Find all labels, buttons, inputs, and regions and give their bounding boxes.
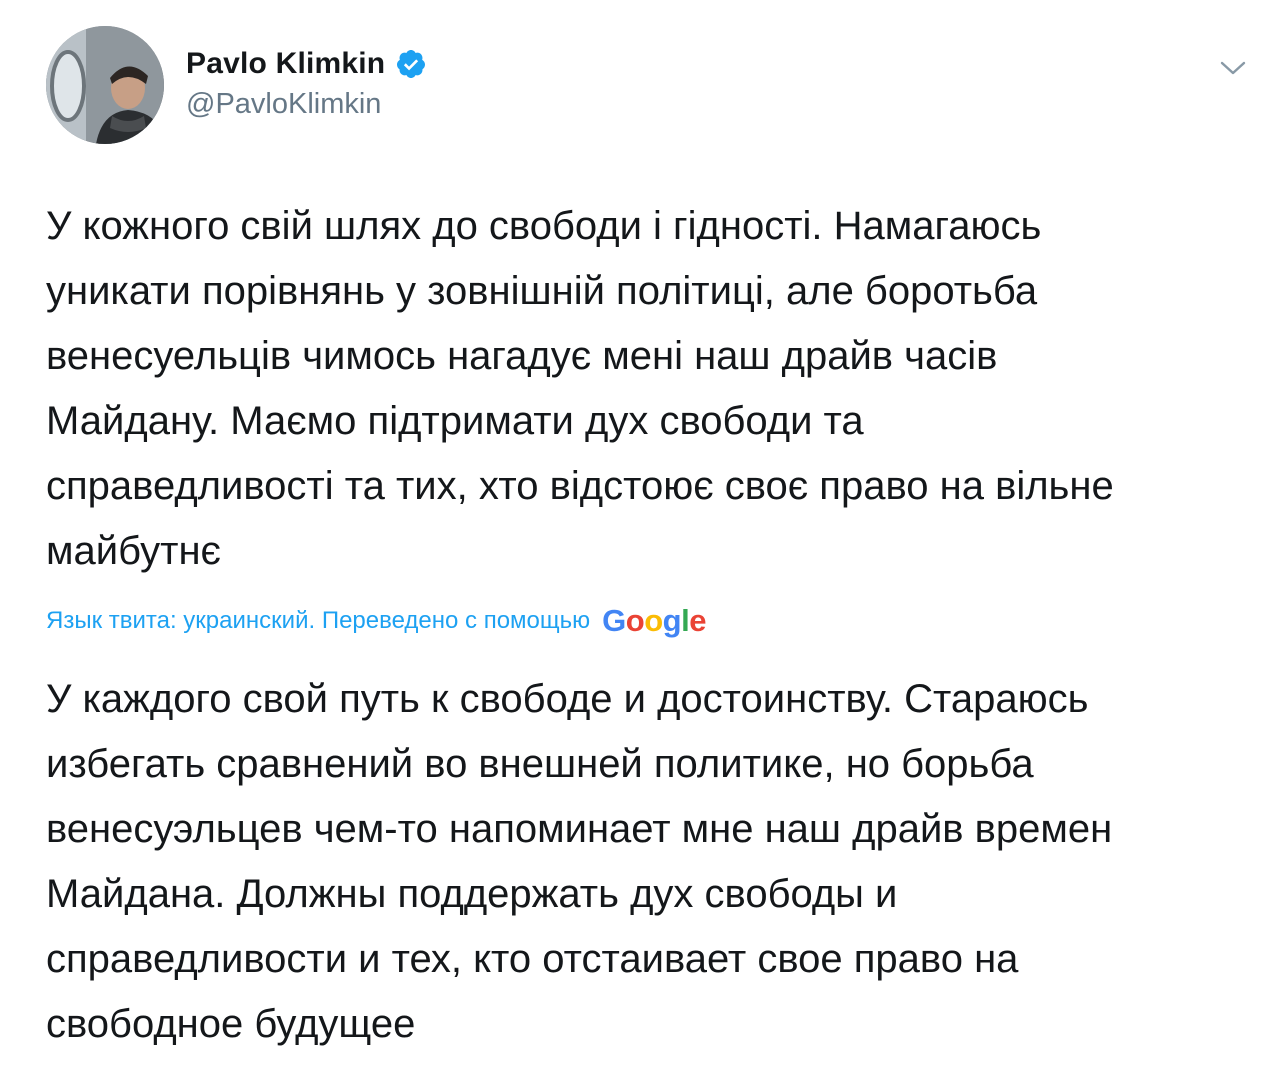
translation-attribution: Язык твита: украинский. Переведено с пом… bbox=[46, 598, 706, 644]
avatar-photo bbox=[46, 26, 164, 144]
google-logo-letter: l bbox=[681, 603, 690, 638]
google-logo-letter: o bbox=[644, 603, 663, 638]
google-logo: Google bbox=[602, 603, 706, 639]
google-logo-letter: e bbox=[689, 603, 706, 638]
user-info: Pavlo Klimkin @PavloKlimkin bbox=[186, 44, 427, 121]
verified-badge-icon bbox=[395, 48, 427, 80]
google-logo-letter: g bbox=[662, 603, 682, 638]
google-logo-letter: G bbox=[602, 603, 626, 638]
tweet-card: Pavlo Klimkin @PavloKlimkin У кожного св… bbox=[0, 0, 1280, 1071]
display-name[interactable]: Pavlo Klimkin bbox=[186, 47, 385, 81]
translation-note[interactable]: Язык твита: украинский. Переведено с пом… bbox=[46, 607, 590, 635]
avatar[interactable] bbox=[46, 26, 164, 144]
tweet-text: У кожного свій шлях до свободи і гідност… bbox=[46, 204, 1114, 573]
google-logo-letter: o bbox=[625, 603, 645, 638]
translated-text: У каждого свой путь к свободе и достоинс… bbox=[46, 677, 1113, 1046]
name-row: Pavlo Klimkin bbox=[186, 44, 427, 84]
user-handle[interactable]: @PavloKlimkin bbox=[186, 88, 427, 121]
google-logo-letters: Google bbox=[602, 603, 706, 639]
chevron-down-icon[interactable] bbox=[1218, 56, 1248, 80]
